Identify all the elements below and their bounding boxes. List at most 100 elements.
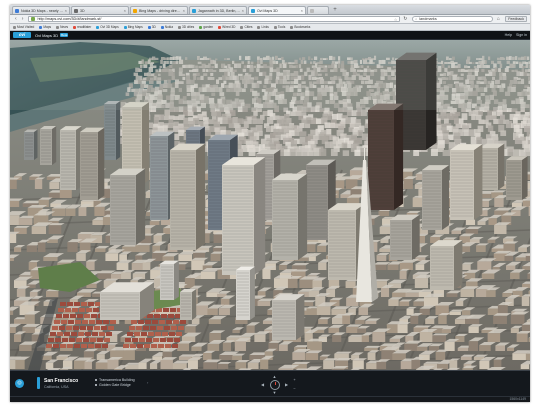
bookmark-item[interactable]: Maps bbox=[39, 25, 51, 29]
low-building bbox=[123, 350, 135, 360]
residential-roof bbox=[78, 332, 84, 336]
city-3d-render[interactable] bbox=[10, 40, 530, 370]
address-bar[interactable]: http://maps.ovi.com/3D/#/landmark-sf/ ☆ bbox=[28, 16, 401, 22]
chevron-right-icon[interactable]: › bbox=[147, 380, 148, 385]
low-building bbox=[465, 318, 480, 324]
distant-block bbox=[266, 117, 274, 124]
ovi-logo[interactable]: ovi bbox=[13, 32, 31, 38]
low-building bbox=[520, 364, 530, 369]
star-icon[interactable]: ☆ bbox=[394, 17, 398, 22]
low-building bbox=[376, 255, 387, 261]
tab-blank[interactable] bbox=[307, 6, 329, 14]
bookmark-item[interactable]: Most Visited bbox=[13, 25, 34, 29]
low-building bbox=[278, 344, 288, 351]
pan-up-button[interactable]: ▲ bbox=[272, 374, 277, 379]
tab-3d[interactable]: 3D × bbox=[71, 6, 129, 14]
back-button[interactable]: ‹ bbox=[13, 16, 19, 22]
bookmark-label: Bing Maps bbox=[127, 25, 143, 29]
feedback-button[interactable]: Feedback bbox=[505, 16, 527, 22]
close-icon[interactable]: × bbox=[301, 8, 303, 13]
residential-roof bbox=[46, 344, 52, 348]
poi-item[interactable]: Golden Gate Bridge bbox=[95, 383, 135, 387]
tab-jagannath-3d[interactable]: Jagannath in 3D, Berlin, Deutschland × bbox=[189, 6, 247, 14]
bookmark-item[interactable]: 3D bbox=[147, 25, 156, 29]
close-icon[interactable]: × bbox=[242, 8, 244, 13]
residential-roof bbox=[97, 338, 103, 342]
bookmark-icon bbox=[13, 25, 16, 29]
bookmark-item[interactable]: Tools bbox=[273, 25, 285, 29]
pan-right-button[interactable]: ▶ bbox=[284, 382, 289, 387]
low-building bbox=[428, 346, 440, 351]
tower-side bbox=[98, 127, 105, 200]
low-building bbox=[446, 293, 458, 297]
low-building bbox=[292, 352, 305, 360]
residential-roof bbox=[74, 302, 80, 306]
bookmark-icon bbox=[240, 25, 244, 29]
distant-block bbox=[463, 129, 469, 136]
new-tab-button[interactable]: + bbox=[331, 7, 339, 13]
bookmark-item[interactable]: News bbox=[56, 25, 68, 29]
low-building bbox=[316, 306, 331, 315]
residential-roof bbox=[127, 332, 133, 336]
compass-icon[interactable] bbox=[270, 380, 280, 390]
close-icon[interactable]: × bbox=[124, 8, 126, 13]
help-link[interactable]: Help bbox=[505, 33, 512, 37]
residential-roof bbox=[165, 344, 171, 348]
bookmark-label: garden bbox=[203, 25, 214, 29]
low-building bbox=[460, 289, 475, 297]
tab-nokia-3d[interactable]: Nokia 3D Maps - nearly indistinguishable… bbox=[12, 6, 70, 14]
low-building bbox=[481, 273, 495, 279]
bookmark-item[interactable]: Ovi 3D Maps bbox=[96, 25, 119, 29]
residential-roof bbox=[88, 302, 94, 306]
reload-button[interactable]: ↻ bbox=[402, 16, 408, 22]
distant-block bbox=[512, 117, 518, 124]
residential-roof bbox=[90, 338, 96, 342]
distant-block bbox=[252, 118, 258, 124]
low-building bbox=[31, 226, 47, 234]
pan-left-button[interactable]: ◀ bbox=[260, 382, 265, 387]
residential-roof bbox=[57, 332, 63, 336]
bookmark-item[interactable]: Links bbox=[257, 25, 269, 29]
low-building bbox=[16, 288, 26, 297]
bookmark-item[interactable]: Bing Maps bbox=[123, 25, 143, 29]
low-building bbox=[254, 334, 266, 342]
home-button[interactable]: ⌂ bbox=[495, 16, 501, 22]
zoom-out-button[interactable]: − bbox=[292, 386, 297, 391]
tab-ovi-maps-3d[interactable]: Ovi Maps 3D × bbox=[248, 6, 306, 14]
bookmarks-bar: Most Visited Maps News readitlater Ovi 3D Ma… bbox=[10, 24, 530, 31]
low-building bbox=[399, 262, 413, 270]
low-building bbox=[96, 354, 105, 360]
bookmark-item[interactable]: Cities bbox=[240, 25, 252, 29]
residential-roof bbox=[79, 308, 85, 312]
place-info[interactable]: San Francisco California, USA bbox=[44, 378, 78, 389]
map-3d-view[interactable] bbox=[10, 40, 530, 370]
location-icon[interactable]: ◎ bbox=[15, 379, 24, 388]
bookmark-icon bbox=[56, 25, 60, 29]
search-input[interactable]: ⌕ landmarks bbox=[412, 16, 494, 22]
tab-bing-maps[interactable]: Bing Maps - driving directions × bbox=[130, 6, 188, 14]
residential-roof bbox=[173, 320, 179, 324]
bookmark-item[interactable]: Bookmarks bbox=[290, 25, 310, 29]
bookmark-item[interactable]: Wired 3D bbox=[218, 25, 235, 29]
poi-item[interactable]: Transamerica Building bbox=[95, 378, 135, 382]
close-icon[interactable]: × bbox=[65, 8, 67, 13]
low-building bbox=[389, 338, 400, 342]
pan-down-button[interactable]: ▼ bbox=[272, 390, 277, 395]
bookmark-item[interactable]: garden bbox=[199, 25, 213, 29]
low-building bbox=[419, 332, 433, 342]
low-building bbox=[219, 355, 234, 360]
low-building bbox=[435, 351, 446, 360]
low-building bbox=[318, 262, 327, 270]
bookmark-item[interactable]: 3D cities bbox=[178, 25, 194, 29]
distant-block bbox=[527, 118, 530, 124]
residential-roof bbox=[167, 338, 173, 342]
residential-roof bbox=[89, 320, 95, 324]
bookmark-item[interactable]: readitlater bbox=[73, 25, 91, 29]
zoom-in-button[interactable]: + bbox=[292, 377, 297, 382]
residential-roof bbox=[56, 314, 62, 318]
forward-button[interactable]: › bbox=[20, 16, 26, 22]
sign-in-link[interactable]: Sign in bbox=[516, 33, 527, 37]
bookmark-item[interactable]: Nokia bbox=[160, 25, 173, 29]
low-building bbox=[10, 257, 14, 261]
close-icon[interactable]: × bbox=[183, 8, 185, 13]
